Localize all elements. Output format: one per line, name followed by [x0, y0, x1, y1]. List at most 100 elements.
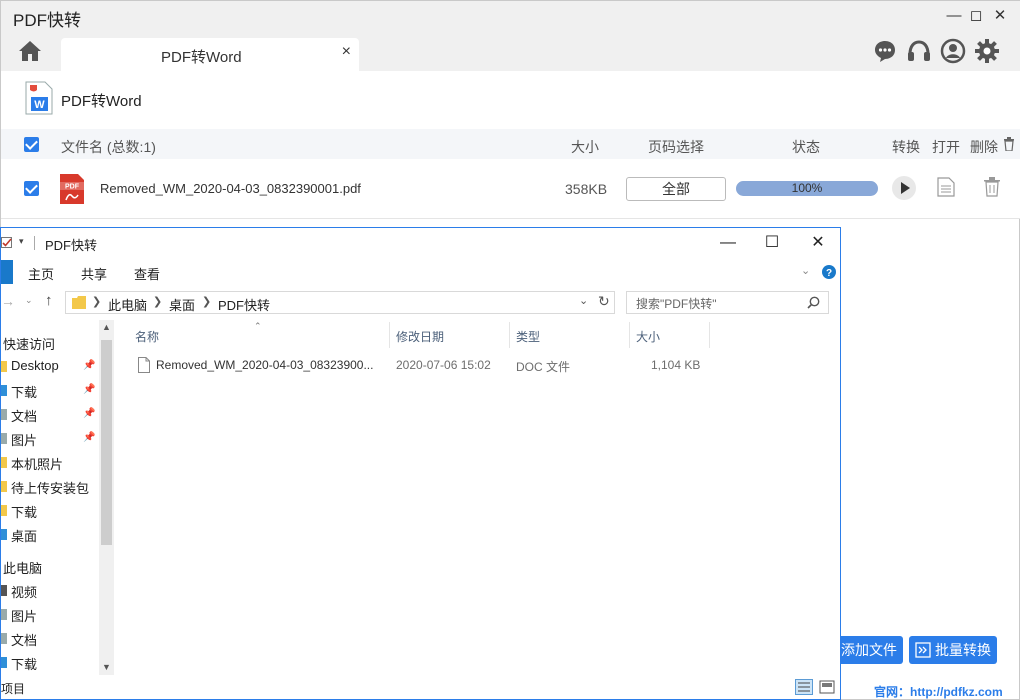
batch-convert-button[interactable]: 批量转换: [909, 636, 997, 664]
batch-convert-label: 批量转换: [935, 642, 991, 658]
nav-item-downloads-folder[interactable]: 下载: [11, 502, 37, 521]
details-view-icon[interactable]: [795, 679, 813, 695]
column-divider[interactable]: [709, 322, 710, 348]
desktop-icon: [1, 529, 7, 540]
close-icon[interactable]: ✕: [989, 5, 1011, 27]
column-size[interactable]: 大小: [636, 328, 660, 345]
app-title: PDF快转: [13, 6, 81, 31]
thumbnail-view-icon[interactable]: [819, 679, 835, 695]
column-divider[interactable]: [509, 322, 510, 348]
svg-text:W: W: [34, 99, 45, 111]
ribbon-tab-view[interactable]: 查看: [134, 264, 160, 283]
nav-item-pending-uploads[interactable]: 待上传安装包: [11, 478, 89, 497]
tab-pdf-to-word[interactable]: PDF转Word ×: [61, 38, 359, 71]
pin-icon[interactable]: 📌: [83, 360, 95, 371]
ribbon-tab-home[interactable]: 主页: [28, 264, 54, 283]
nav-item-downloads[interactable]: 下载: [11, 382, 37, 401]
documents-icon: [1, 633, 7, 644]
explorer-close-icon[interactable]: ✕: [798, 231, 838, 255]
column-modified[interactable]: 修改日期: [396, 328, 444, 345]
column-divider[interactable]: [629, 322, 630, 348]
nav-item-documents[interactable]: 文档: [11, 406, 37, 425]
nav-item-local-photos[interactable]: 本机照片: [11, 454, 63, 473]
headset-icon[interactable]: [906, 38, 932, 64]
explorer-minimize-icon[interactable]: —: [708, 231, 748, 255]
column-open: 打开: [932, 137, 960, 157]
pin-icon[interactable]: 📌: [83, 384, 95, 395]
explorer-titlebar: ▾ PDF快转 — ☐ ✕: [1, 228, 841, 258]
breadcrumb-folder[interactable]: PDF快转: [218, 295, 270, 314]
progress-label: 100%: [736, 181, 878, 196]
file-explorer-window: ▾ PDF快转 — ☐ ✕ 主页 共享 查看 ⌄ ? → ⌄ ↑ ❯ 此电脑 ❯…: [0, 227, 841, 700]
minimize-icon[interactable]: —: [943, 5, 965, 27]
breadcrumb-separator: ❯: [92, 295, 101, 308]
page-selection-button[interactable]: 全部: [626, 177, 726, 201]
nav-item-pictures[interactable]: 图片: [11, 430, 37, 449]
file-name: Removed_WM_2020-04-03_0832390001.pdf: [100, 181, 361, 196]
explorer-statusbar: 项目: [1, 675, 841, 700]
nav-quick-access[interactable]: 快速访问: [3, 334, 55, 353]
address-dropdown-icon[interactable]: ⌄: [579, 294, 588, 307]
address-bar[interactable]: ❯ 此电脑 ❯ 桌面 ❯ PDF快转 ⌄ ↻: [65, 291, 615, 314]
pin-icon[interactable]: 📌: [83, 408, 95, 419]
open-file-icon[interactable]: [937, 177, 955, 197]
column-page-selection: 页码选择: [648, 137, 704, 157]
tab-close-icon[interactable]: ×: [342, 43, 351, 61]
navigation-scrollbar[interactable]: ▲ ▼: [99, 320, 114, 675]
mode-header: W PDF转Word: [1, 71, 1020, 129]
up-arrow-icon[interactable]: ↑: [45, 292, 53, 309]
scroll-down-icon[interactable]: ▼: [102, 662, 111, 672]
scrollbar-thumb[interactable]: [101, 340, 112, 545]
nav-item-pc-pictures[interactable]: 图片: [11, 606, 37, 625]
search-icon[interactable]: [807, 296, 820, 309]
add-files-button[interactable]: 添加文件: [837, 636, 903, 664]
download-icon: [1, 385, 7, 396]
pin-icon[interactable]: 📌: [83, 432, 95, 443]
customize-toolbar-icon[interactable]: ▾: [19, 236, 24, 247]
svg-text:?: ?: [826, 268, 832, 279]
expand-ribbon-icon[interactable]: ⌄: [801, 264, 810, 277]
conversion-progress-bar: 100%: [736, 181, 878, 196]
search-input[interactable]: 搜索"PDF快转": [626, 291, 829, 314]
pictures-icon: [1, 433, 7, 444]
explorer-ribbon: 主页 共享 查看 ⌄ ?: [1, 258, 841, 286]
delete-trash-icon[interactable]: [983, 177, 1001, 197]
breadcrumb-desktop[interactable]: 桌面: [169, 295, 195, 314]
home-icon[interactable]: [17, 38, 43, 64]
delete-all-trash-icon[interactable]: [1003, 137, 1015, 151]
column-name[interactable]: 名称: [135, 328, 159, 345]
column-type[interactable]: 类型: [516, 328, 540, 345]
explorer-file-size: 1,104 KB: [651, 358, 700, 372]
forward-arrow-icon[interactable]: →: [1, 293, 15, 309]
ribbon-tab-share[interactable]: 共享: [81, 264, 107, 283]
play-convert-icon[interactable]: [891, 175, 917, 201]
word-document-icon: W: [25, 81, 53, 115]
website-link[interactable]: 官网：http://pdfkz.com: [874, 683, 1003, 700]
recent-locations-icon[interactable]: ⌄: [25, 295, 33, 306]
maximize-icon[interactable]: ◻: [965, 5, 987, 27]
help-icon[interactable]: ?: [822, 265, 836, 279]
nav-item-desktop-folder[interactable]: 桌面: [11, 526, 37, 545]
website-label: 官网：: [874, 685, 910, 699]
nav-this-pc[interactable]: 此电脑: [3, 558, 42, 577]
download-icon: [1, 657, 7, 668]
select-all-checkbox[interactable]: [24, 137, 39, 152]
file-row-checkbox[interactable]: [24, 181, 39, 196]
sort-ascending-icon: ⌃: [254, 321, 262, 332]
column-status: 状态: [792, 137, 820, 157]
chat-icon[interactable]: [872, 38, 898, 64]
quick-access-checkbox-icon[interactable]: [1, 237, 13, 249]
nav-item-pc-documents[interactable]: 文档: [11, 630, 37, 649]
column-divider[interactable]: [389, 322, 390, 348]
settings-gear-icon[interactable]: [974, 38, 1000, 64]
explorer-maximize-icon[interactable]: ☐: [752, 231, 792, 255]
nav-item-videos[interactable]: 视频: [11, 582, 37, 601]
refresh-icon[interactable]: ↻: [598, 293, 610, 310]
videos-icon: [1, 585, 7, 596]
user-icon[interactable]: [940, 38, 966, 64]
nav-item-desktop[interactable]: Desktop: [11, 358, 59, 373]
nav-item-pc-downloads[interactable]: 下载: [11, 654, 37, 673]
breadcrumb-this-pc[interactable]: 此电脑: [108, 295, 147, 314]
ribbon-file-tab[interactable]: [1, 260, 13, 284]
scroll-up-icon[interactable]: ▲: [102, 322, 111, 332]
